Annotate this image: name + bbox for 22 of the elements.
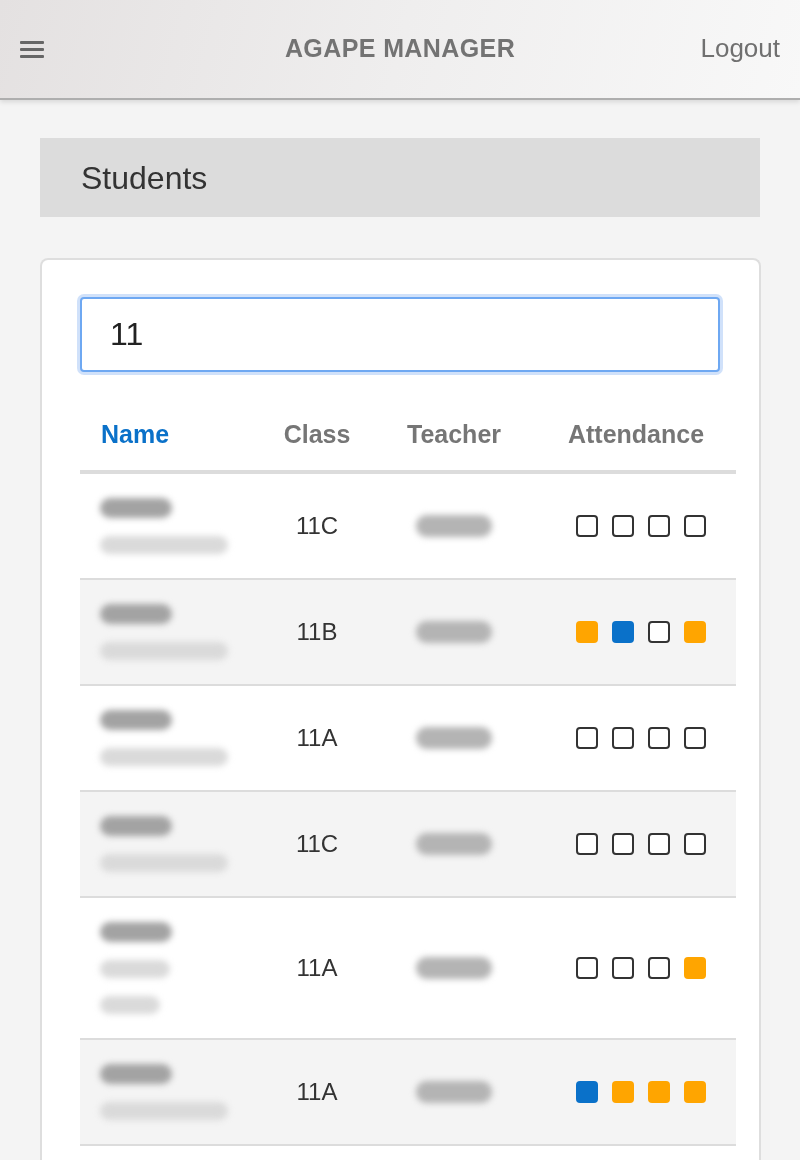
class-text: 11B xyxy=(296,618,338,647)
column-header[interactable]: Teacher xyxy=(407,419,501,450)
blurred-name-drawing xyxy=(100,498,172,518)
column-header[interactable]: Name xyxy=(101,419,170,450)
class-text: 11C xyxy=(295,830,339,859)
blurred-name-drawing xyxy=(100,816,172,836)
blurred-name-drawing xyxy=(100,604,172,624)
blurred-name-drawing xyxy=(100,996,160,1014)
blurred-name-drawing xyxy=(100,1064,172,1084)
app-title: AGAPE MANAGER xyxy=(284,33,516,65)
column-header[interactable]: Class xyxy=(283,419,351,450)
class-text: 11A xyxy=(296,1078,338,1107)
blurred-name-drawing xyxy=(100,922,172,942)
class-text: 11C xyxy=(295,512,339,541)
search-field[interactable]: 11 xyxy=(80,297,720,372)
menu-icon[interactable] xyxy=(20,39,44,59)
page-title: Students xyxy=(81,161,208,194)
logout-button[interactable]: Logout xyxy=(700,33,780,65)
class-text: 11A xyxy=(296,724,338,753)
class-text: 11A xyxy=(296,954,338,983)
blurred-name-drawing xyxy=(100,710,172,730)
column-header[interactable]: Attendance xyxy=(567,419,705,450)
